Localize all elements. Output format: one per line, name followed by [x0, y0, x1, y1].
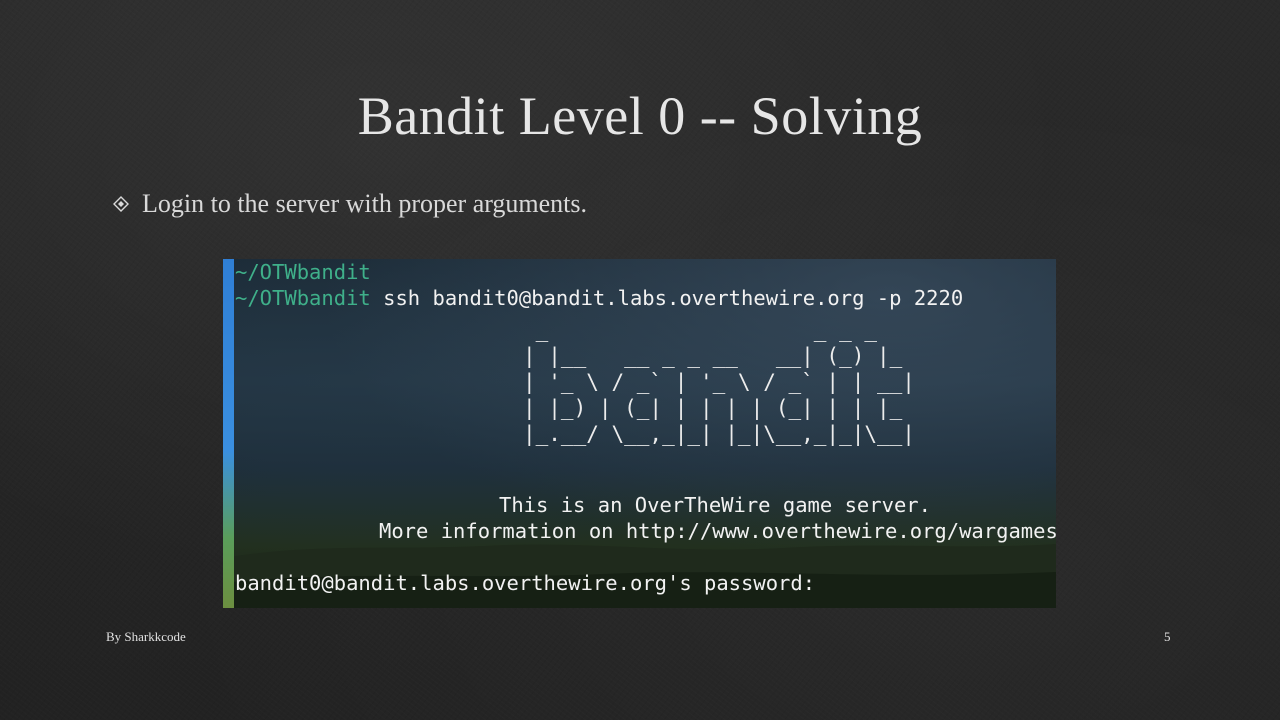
slide-title: Bandit Level 0 -- Solving — [357, 86, 923, 146]
bullet-text: Login to the server with proper argument… — [142, 189, 588, 218]
page-number: 5 — [1164, 629, 1171, 644]
terminal-accent-bar — [223, 259, 234, 608]
diamond-bullet-icon — [110, 193, 132, 215]
motd-line-2: More information on http://www.overthewi… — [379, 519, 1056, 543]
terminal-command: ssh bandit0@bandit.labs.overthewire.org … — [370, 286, 964, 310]
terminal-prompt: ~/OTWbandit — [235, 260, 371, 284]
bandit-ascii-banner: _ _ _ _ | |__ __ _ _ __ __| (_) |_ | '_ … — [523, 318, 915, 446]
bullet-item: Login to the server with proper argument… — [110, 186, 587, 222]
password-prompt: bandit0@bandit.labs.overthewire.org's pa… — [235, 571, 816, 595]
terminal-line-2: ~/OTWbandit ssh bandit0@bandit.labs.over… — [235, 285, 963, 311]
motd-line-1: This is an OverTheWire game server. — [499, 493, 931, 517]
footer-author: By Sharkkcode — [106, 629, 186, 644]
terminal-line-1: ~/OTWbandit — [235, 259, 371, 285]
terminal-prompt: ~/OTWbandit — [235, 286, 371, 310]
slide: Bandit Level 0 -- Solving Login to the s… — [0, 0, 1280, 720]
terminal-screenshot: ~/OTWbandit ~/OTWbandit ssh bandit0@band… — [223, 259, 1056, 608]
